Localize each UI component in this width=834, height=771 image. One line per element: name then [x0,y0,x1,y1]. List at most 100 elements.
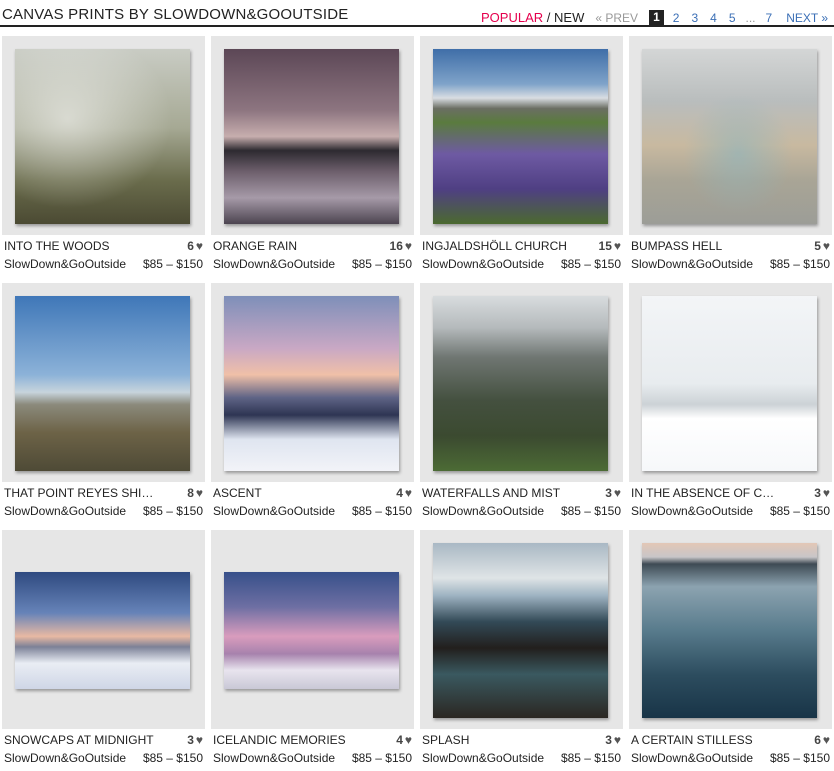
product-frame[interactable] [2,530,205,729]
heart-icon[interactable]: ♥ [405,486,412,500]
page-link-2[interactable]: 2 [673,11,680,25]
page-link-3[interactable]: 3 [691,11,698,25]
artist-name[interactable]: SlowDown&GoOutside [631,504,753,518]
artist-name[interactable]: SlowDown&GoOutside [4,504,126,518]
heart-icon[interactable]: ♥ [196,733,203,747]
product-card[interactable]: ASCENT 4 ♥ SlowDown&GoOutside $85 – $150 [211,283,414,518]
product-title[interactable]: ICELANDIC MEMORIES [213,733,363,747]
product-card[interactable]: ORANGE RAIN 16 ♥ SlowDown&GoOutside $85 –… [211,36,414,271]
like-count[interactable]: 4 ♥ [396,486,412,500]
like-count[interactable]: 6 ♥ [814,733,830,747]
product-card[interactable]: THAT POINT REYES SHIP... 8 ♥ SlowDown&GoO… [2,283,205,518]
artist-name[interactable]: SlowDown&GoOutside [4,751,126,765]
heart-icon[interactable]: ♥ [823,486,830,500]
product-title[interactable]: INTO THE WOODS [4,239,154,253]
product-title[interactable]: SNOWCAPS AT MIDNIGHT [4,733,154,747]
product-image[interactable] [15,49,190,224]
artist-name[interactable]: SlowDown&GoOutside [422,751,544,765]
product-frame[interactable] [420,283,623,482]
artist-name[interactable]: SlowDown&GoOutside [4,257,126,271]
artist-name[interactable]: SlowDown&GoOutside [631,257,753,271]
product-image[interactable] [433,296,608,471]
current-page: 1 [649,10,664,25]
page-link-5[interactable]: 5 [729,11,736,25]
product-frame[interactable] [2,36,205,235]
next-page-link[interactable]: NEXT » [786,11,828,25]
like-count[interactable]: 6 ♥ [187,239,203,253]
product-card[interactable]: WATERFALLS AND MIST 3 ♥ SlowDown&GoOutsid… [420,283,623,518]
like-count[interactable]: 5 ♥ [814,239,830,253]
artist-name[interactable]: SlowDown&GoOutside [213,751,335,765]
product-title[interactable]: WATERFALLS AND MIST [422,486,572,500]
product-frame[interactable] [629,283,832,482]
like-count[interactable]: 3 ♥ [814,486,830,500]
product-frame[interactable] [629,36,832,235]
like-count[interactable]: 3 ♥ [605,733,621,747]
product-title[interactable]: ORANGE RAIN [213,239,363,253]
sort-separator: / [546,10,551,25]
product-title[interactable]: THAT POINT REYES SHIP... [4,486,154,500]
like-count[interactable]: 3 ♥ [187,733,203,747]
artist-name[interactable]: SlowDown&GoOutside [631,751,753,765]
prev-page-link[interactable]: « PREV [595,11,638,25]
artist-name[interactable]: SlowDown&GoOutside [213,257,335,271]
product-image[interactable] [642,296,817,471]
like-count[interactable]: 16 ♥ [390,239,412,253]
product-card[interactable]: ICELANDIC MEMORIES 4 ♥ SlowDown&GoOutside… [211,530,414,765]
heart-icon[interactable]: ♥ [614,733,621,747]
product-card[interactable]: BUMPASS HELL 5 ♥ SlowDown&GoOutside $85 –… [629,36,832,271]
price-range: $85 – $150 [560,751,621,765]
like-count[interactable]: 4 ♥ [396,733,412,747]
heart-icon[interactable]: ♥ [405,239,412,253]
product-image[interactable] [224,572,399,689]
heart-icon[interactable]: ♥ [196,239,203,253]
heart-icon[interactable]: ♥ [405,733,412,747]
product-title[interactable]: IN THE ABSENCE OF CO... [631,486,781,500]
sort-popular-link[interactable]: POPULAR [481,10,543,25]
product-image[interactable] [224,49,399,224]
product-frame[interactable] [211,36,414,235]
product-image[interactable] [15,572,190,689]
product-title[interactable]: ASCENT [213,486,363,500]
price-range: $85 – $150 [142,257,203,271]
heart-icon[interactable]: ♥ [196,486,203,500]
product-card[interactable]: INTO THE WOODS 6 ♥ SlowDown&GoOutside $85… [2,36,205,271]
product-image[interactable] [224,296,399,471]
price-range: $85 – $150 [560,504,621,518]
product-frame[interactable] [2,283,205,482]
heart-icon[interactable]: ♥ [823,733,830,747]
artist-name[interactable]: SlowDown&GoOutside [213,504,335,518]
like-count[interactable]: 8 ♥ [187,486,203,500]
price-range: $85 – $150 [142,504,203,518]
artist-name[interactable]: SlowDown&GoOutside [422,257,544,271]
product-frame[interactable] [211,283,414,482]
product-frame[interactable] [629,530,832,729]
like-count[interactable]: 3 ♥ [605,486,621,500]
product-title[interactable]: INGJALDSHÖLL CHURCH [422,239,572,253]
sort-new-link[interactable]: NEW [554,10,584,25]
product-card[interactable]: SPLASH 3 ♥ SlowDown&GoOutside $85 – $150 [420,530,623,765]
product-frame[interactable] [420,530,623,729]
product-image[interactable] [642,49,817,224]
product-card[interactable]: IN THE ABSENCE OF CO... 3 ♥ SlowDown&GoOu… [629,283,832,518]
pagination: « PREV 1 2 3 4 5 ... 7 NEXT » [595,10,828,25]
product-card[interactable]: INGJALDSHÖLL CHURCH 15 ♥ SlowDown&GoOutsi… [420,36,623,271]
product-frame[interactable] [420,36,623,235]
page-link-last[interactable]: 7 [766,11,773,25]
product-title[interactable]: A CERTAIN STILLESS [631,733,781,747]
product-image[interactable] [15,296,190,471]
heart-icon[interactable]: ♥ [614,239,621,253]
product-image[interactable] [642,543,817,718]
heart-icon[interactable]: ♥ [823,239,830,253]
product-image[interactable] [433,49,608,224]
page-link-4[interactable]: 4 [710,11,717,25]
product-card[interactable]: SNOWCAPS AT MIDNIGHT 3 ♥ SlowDown&GoOutsi… [2,530,205,765]
heart-icon[interactable]: ♥ [614,486,621,500]
product-image[interactable] [433,543,608,718]
artist-name[interactable]: SlowDown&GoOutside [422,504,544,518]
product-frame[interactable] [211,530,414,729]
product-title[interactable]: BUMPASS HELL [631,239,781,253]
like-count[interactable]: 15 ♥ [599,239,621,253]
product-title[interactable]: SPLASH [422,733,572,747]
product-card[interactable]: A CERTAIN STILLESS 6 ♥ SlowDown&GoOutside… [629,530,832,765]
